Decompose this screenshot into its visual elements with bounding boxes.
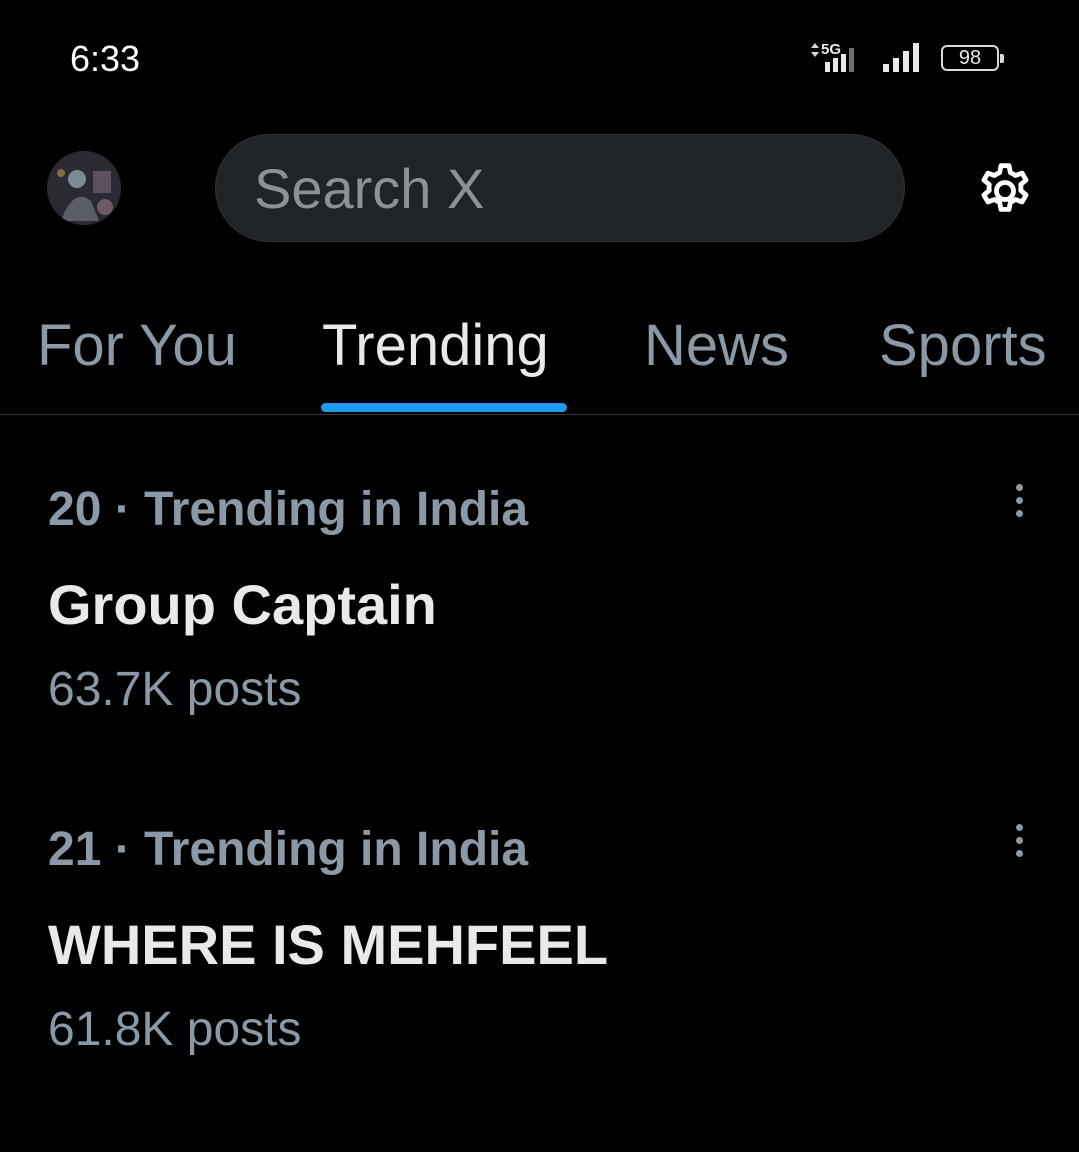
status-bar: 6:33 5G 98 [0, 0, 1079, 120]
tab-news[interactable]: News [644, 312, 789, 379]
active-tab-indicator [321, 403, 567, 412]
tab-sports[interactable]: Sports [879, 312, 1047, 379]
trend-post-count: 63.7K posts [48, 663, 302, 716]
search-input[interactable] [252, 154, 876, 222]
top-header [0, 132, 1079, 244]
trend-context: 21 · Trending in India [48, 823, 529, 876]
tab-for-you[interactable]: For You [37, 312, 237, 379]
trend-context: 20 · Trending in India [48, 483, 529, 536]
trend-post-count: 61.8K posts [48, 1003, 302, 1056]
status-icons: 5G 98 [809, 40, 1004, 76]
trend-item[interactable]: 20 · Trending in India Group Captain 63.… [0, 482, 1079, 812]
status-time: 6:33 [70, 38, 141, 79]
5g-signal-icon: 5G [811, 41, 854, 72]
trend-name: WHERE IS MEHFEEL [48, 913, 609, 976]
network-label: 5G [821, 41, 841, 58]
more-options-icon[interactable] [1004, 812, 1034, 868]
explore-tabs: For You Trending News Sports [0, 290, 1079, 415]
tab-trending[interactable]: Trending [322, 312, 549, 379]
trend-name: Group Captain [48, 573, 437, 636]
gear-icon [981, 163, 1029, 212]
battery-level: 98 [958, 46, 982, 69]
trend-item[interactable]: 21 · Trending in India WHERE IS MEHFEEL … [0, 822, 1079, 1152]
cell-signal-icon [883, 43, 919, 72]
more-options-icon[interactable] [1004, 472, 1034, 528]
avatar[interactable] [47, 151, 121, 225]
search-bar[interactable] [215, 134, 905, 242]
avatar-image-icon [47, 151, 121, 225]
battery-icon: 98 [941, 45, 1004, 71]
settings-button[interactable] [970, 156, 1040, 226]
